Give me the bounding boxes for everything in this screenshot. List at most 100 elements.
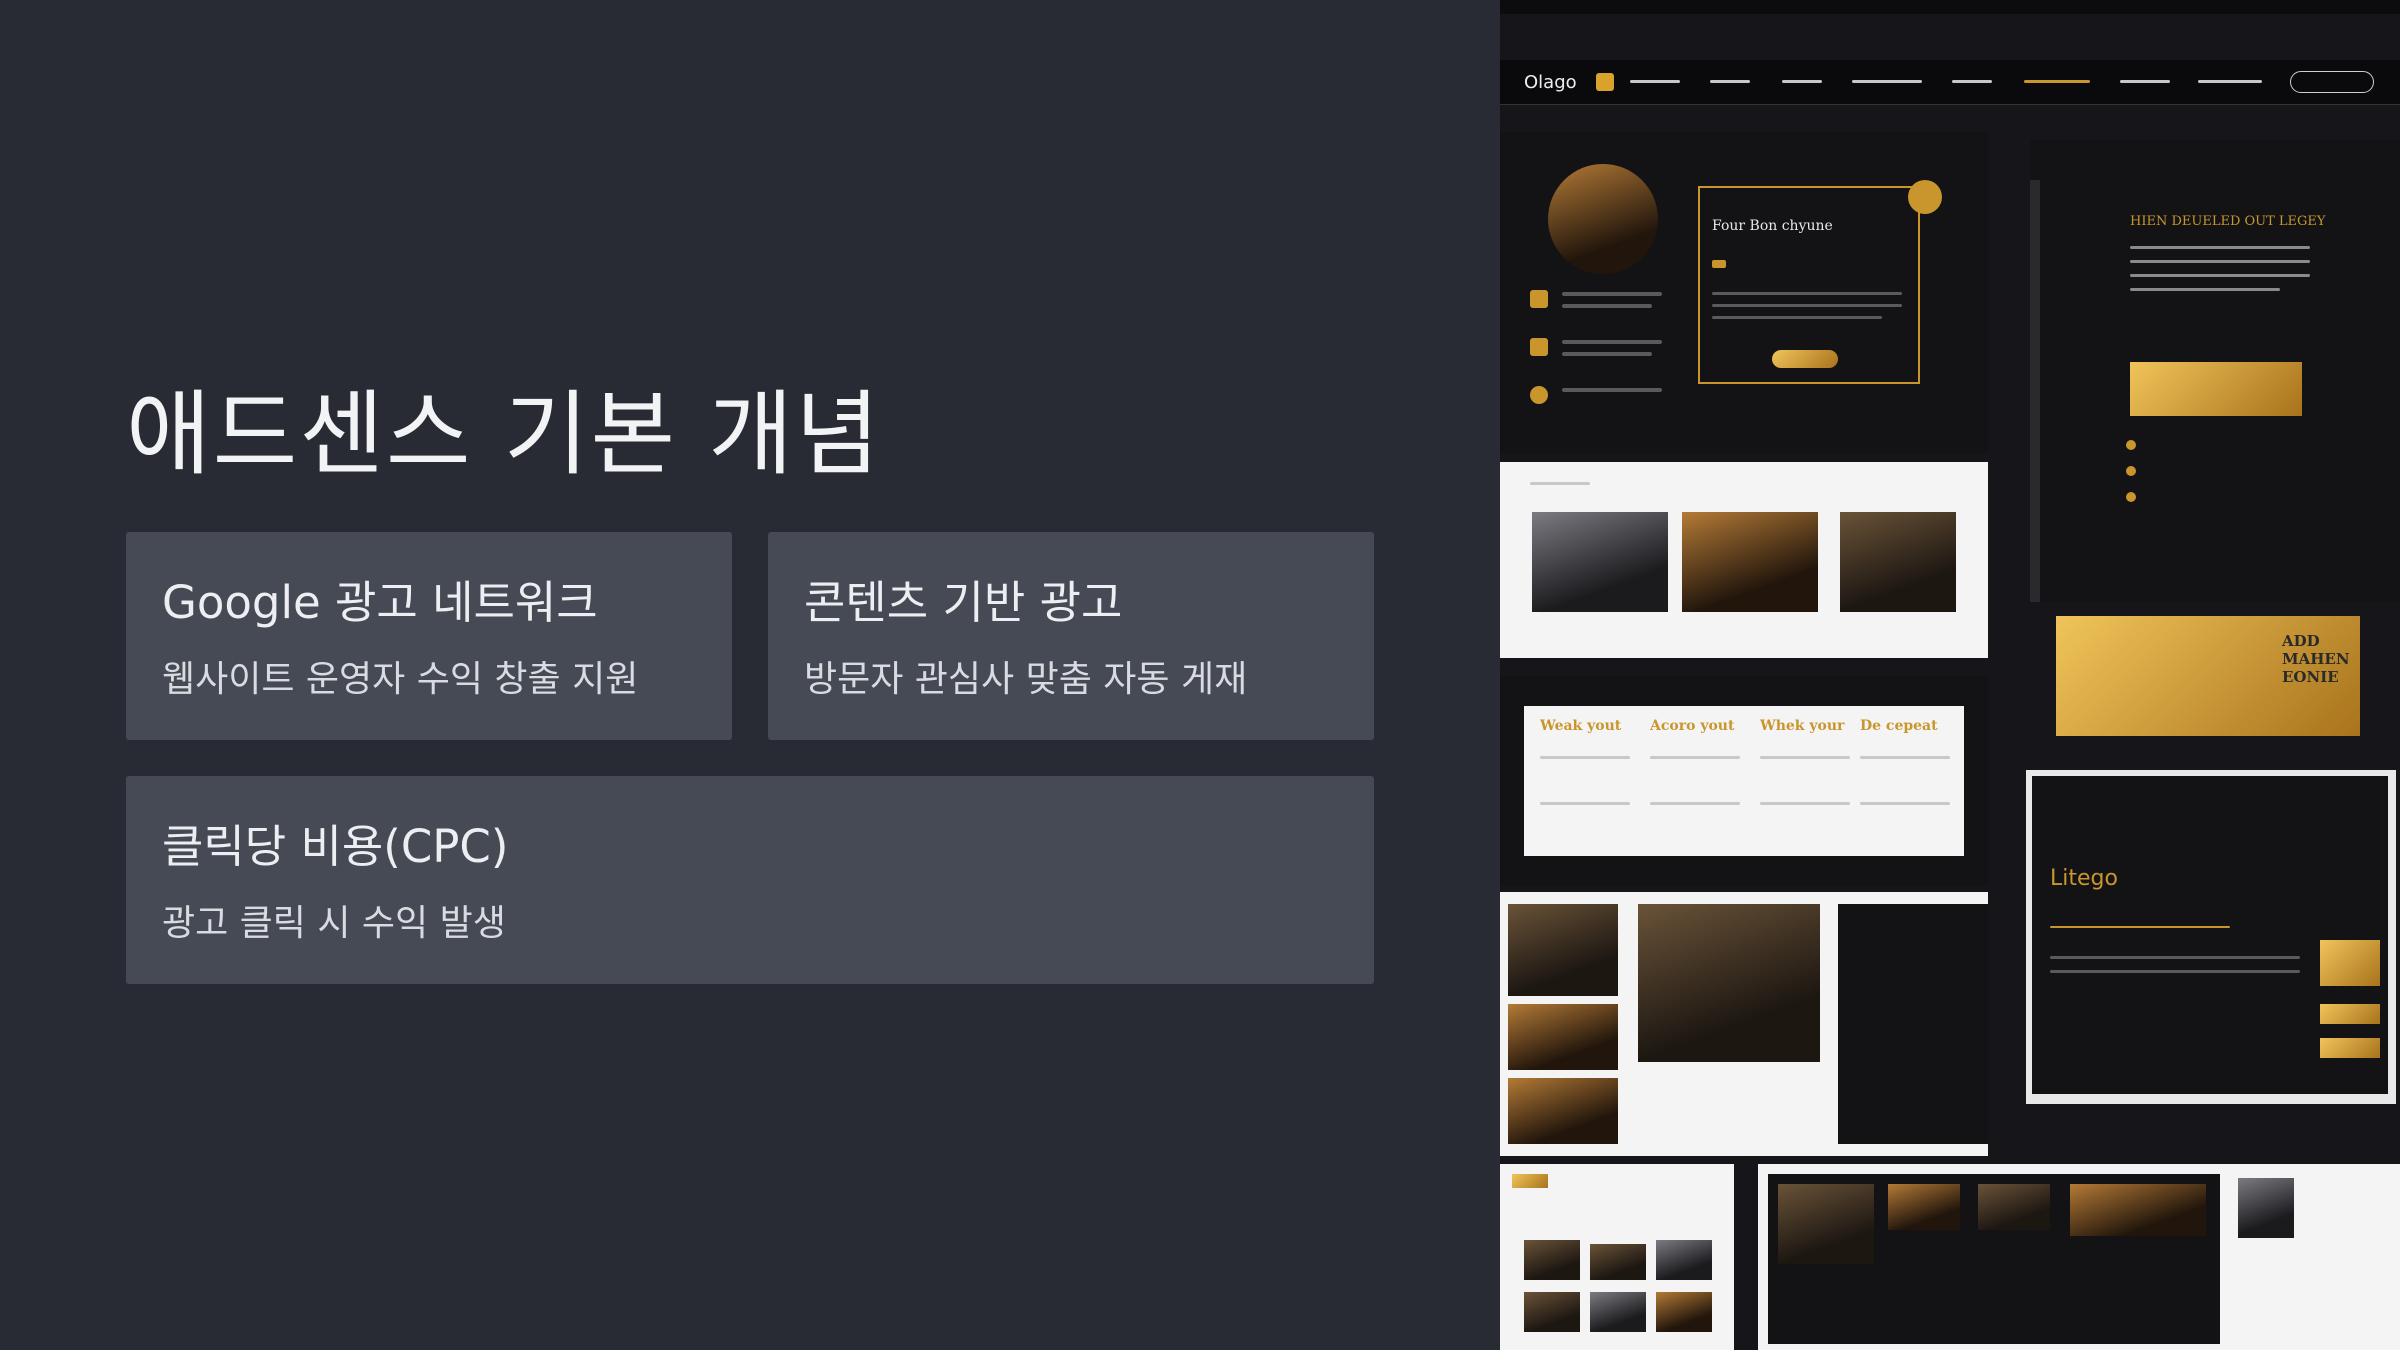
column-heading: Weak yout: [1540, 718, 1622, 734]
text-line: [1562, 352, 1652, 356]
nav-link-placeholder: [2024, 80, 2090, 83]
nav-link-placeholder: [1710, 80, 1750, 83]
text-line: [1562, 304, 1652, 308]
mockup-gold-banner: ADD MAHEN EONIE: [2056, 616, 2360, 736]
strip-photo: [1888, 1184, 1960, 1230]
feature-card-button: [1772, 350, 1838, 368]
nav-link-placeholder: [2120, 80, 2170, 83]
concept-card-cpc: 클릭당 비용(CPC) 광고 클릭 시 수익 발생: [126, 776, 1374, 984]
text-line: [2130, 260, 2310, 263]
gallery-photo: [1532, 512, 1668, 612]
columns-panel: Weak yout Acoro yout Whek your De cepeat: [1524, 706, 1964, 856]
gold-banner-text: ADD MAHEN EONIE: [2282, 632, 2350, 686]
mockup-magazine-tile: [1500, 892, 1988, 1156]
strip-photo: [2070, 1184, 2206, 1236]
magazine-feature-photo: [1638, 904, 1820, 1062]
cta-block: [2320, 1038, 2380, 1058]
text-line: [1650, 802, 1740, 805]
feature-card-heading: Four Bon chyune: [1712, 218, 1833, 234]
nav-link-placeholder: [1630, 80, 1680, 83]
nav-link-placeholder: [1852, 80, 1922, 83]
text-line: [1562, 292, 1662, 296]
text-line: [1860, 802, 1950, 805]
list-photo: [1590, 1244, 1646, 1280]
list-photo: [1590, 1292, 1646, 1332]
mockup-navbar: Olago: [1500, 60, 2400, 105]
website-mockup-collage: Olago Four Bon chyune HIEN DEUELED OUT L…: [1500, 0, 2400, 1350]
strip-photo: [1978, 1184, 2050, 1230]
list-photo: [1656, 1292, 1712, 1332]
card-description: 광고 클릭 시 수익 발생: [162, 903, 506, 944]
nav-cta-button: [2290, 71, 2374, 93]
text-line: [1540, 756, 1630, 759]
play-icon: [1596, 73, 1614, 91]
text-line: [1650, 756, 1740, 759]
brand-logo-text: Litego: [2050, 866, 2118, 891]
list-photo: [1656, 1240, 1712, 1280]
strip-portrait: [2238, 1178, 2294, 1238]
mockup-hero-tile: Four Bon chyune: [1500, 132, 1988, 454]
column-heading: Acoro yout: [1650, 718, 1735, 734]
text-line: [1712, 260, 1726, 268]
strip-dark-panel: [1768, 1174, 2220, 1344]
mockup-columns-tile: Weak yout Acoro yout Whek your De cepeat: [1500, 676, 1988, 886]
text-line: [1760, 756, 1850, 759]
gold-callout: [2130, 362, 2302, 416]
text-line: [1860, 756, 1950, 759]
feature-icon: [1530, 338, 1548, 356]
mockup-brand-tile: Litego: [2026, 770, 2396, 1104]
mockup-strip-tile: [1758, 1164, 2400, 1350]
text-line: [2130, 288, 2280, 291]
icon: [2126, 440, 2136, 450]
feature-card: Four Bon chyune: [1698, 186, 1920, 384]
text-line: [1712, 304, 1902, 307]
text-line: [1712, 316, 1882, 319]
strip-photo: [1778, 1184, 1874, 1264]
card-description: 방문자 관심사 맞춤 자동 게재: [804, 659, 1248, 700]
card-title: 클릭당 비용(CPC): [162, 820, 509, 873]
text-line: [1530, 482, 1590, 485]
text-line: [1562, 340, 1662, 344]
scroll-track: [2030, 180, 2040, 602]
column-heading: De cepeat: [1860, 718, 1938, 734]
text-line: [1540, 802, 1630, 805]
legacy-heading: HIEN DEUELED OUT LEGEY: [2130, 214, 2326, 229]
nav-link-placeholder: [1952, 80, 1992, 83]
mockup-list-tile: [1500, 1164, 1734, 1350]
list-photo: [1524, 1240, 1580, 1280]
collage-top-strip: [1500, 0, 2400, 14]
slider-track: [2050, 926, 2230, 928]
card-title: 콘텐츠 기반 광고: [804, 576, 1123, 629]
magazine-photo: [1508, 904, 1618, 996]
list-photo: [1524, 1292, 1580, 1332]
text-line: [1760, 802, 1850, 805]
icon: [2126, 466, 2136, 476]
feature-icon: [1530, 386, 1548, 404]
card-description: 웹사이트 운영자 수익 창출 지원: [162, 659, 639, 700]
text-line: [1712, 292, 1902, 295]
icon: [2126, 492, 2136, 502]
gallery-photo: [1840, 512, 1956, 612]
magazine-photo: [1508, 1078, 1618, 1144]
concept-card-content-ads: 콘텐츠 기반 광고 방문자 관심사 맞춤 자동 게재: [768, 532, 1374, 740]
hero-photo: [1548, 164, 1658, 274]
gallery-photo: [1682, 512, 1818, 612]
feature-icon: [1530, 290, 1548, 308]
card-title: Google 광고 네트워크: [162, 576, 598, 629]
mockup-gallery-tile: [1500, 462, 1988, 658]
slide-text-area: 애드센스 기본 개념 Google 광고 네트워크 웹사이트 운영자 수익 창출…: [0, 0, 1500, 1350]
text-line: [1562, 388, 1662, 392]
text-line: [2050, 970, 2300, 973]
mockup-legacy-tile: HIEN DEUELED OUT LEGEY: [2030, 140, 2400, 602]
brand-panel: Litego: [2032, 776, 2388, 1094]
slide-title: 애드센스 기본 개념: [126, 381, 882, 488]
column-heading: Whek your: [1760, 718, 1845, 734]
text-line: [2130, 246, 2310, 249]
cta-block: [2320, 1004, 2380, 1024]
nav-link-placeholder: [1782, 80, 1822, 83]
mockup-logo: Olago: [1524, 72, 1577, 93]
concept-card-ad-network: Google 광고 네트워크 웹사이트 운영자 수익 창출 지원: [126, 532, 732, 740]
logo-mark: [1512, 1174, 1548, 1188]
cta-block: [2320, 940, 2380, 986]
magazine-sidebar: [1838, 904, 1988, 1144]
